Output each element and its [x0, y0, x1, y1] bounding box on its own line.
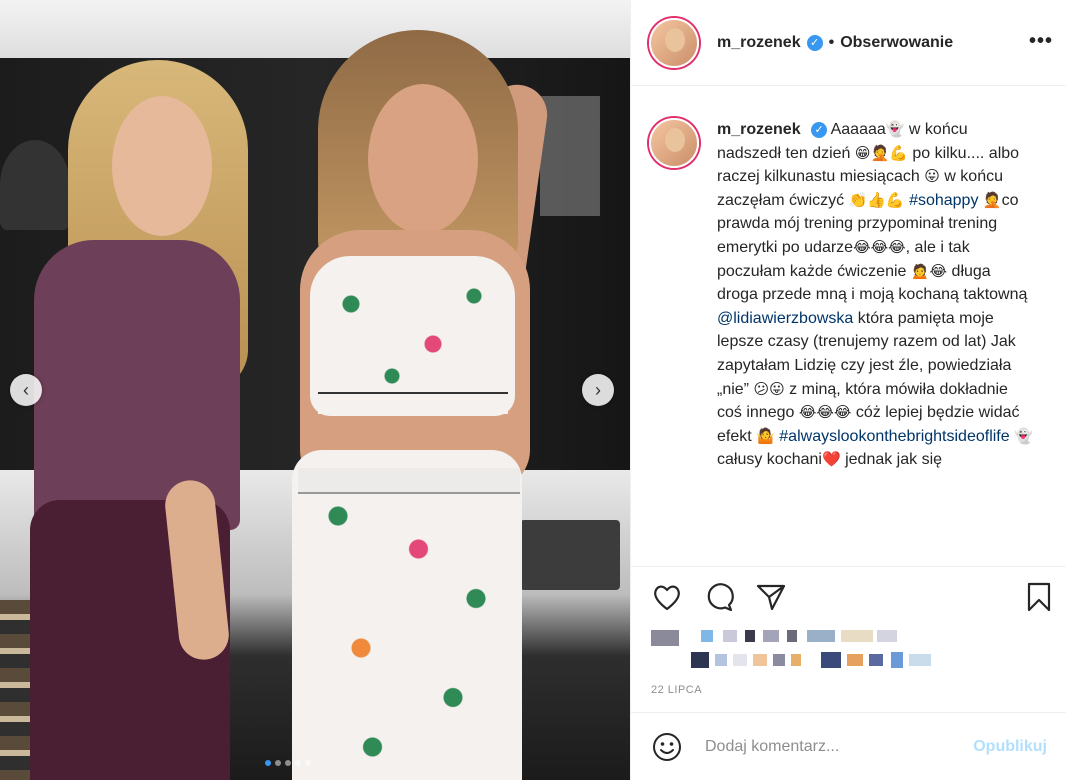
- carousel-indicator: [265, 760, 311, 766]
- post-photo[interactable]: ‹ ›: [0, 0, 630, 780]
- caption-emoji: 😛: [924, 167, 940, 186]
- blurred-pixel: [753, 654, 767, 666]
- post-caption: m_rozenek ✓ Aaaaaa👻 w końcu nadszedł ten…: [717, 118, 1035, 472]
- caption-emoji: 👻: [1014, 426, 1033, 445]
- caption-text: jednak jak się: [840, 451, 943, 469]
- caption-emoji: 😂😂😂: [853, 237, 906, 256]
- caption-emoji: 🤦: [982, 190, 1002, 209]
- blurred-pixel: [787, 630, 797, 642]
- person-right-leggings: [292, 450, 522, 780]
- caption-username[interactable]: m_rozenek: [717, 121, 801, 138]
- carousel-dot-active: [265, 760, 271, 766]
- caption-emoji: 😕😛: [753, 379, 785, 398]
- hashtag-link[interactable]: #alwayslookonthebrightsideoflife: [779, 428, 1009, 445]
- carousel-prev-button[interactable]: ‹: [10, 374, 42, 406]
- caption-text: Aaaaaa: [830, 121, 886, 138]
- blurred-pixel: [841, 630, 873, 642]
- photo-window: [540, 96, 600, 216]
- header-separator: •: [828, 33, 835, 51]
- verified-badge-icon: ✓: [806, 34, 823, 51]
- emoji-picker-button[interactable]: [651, 731, 683, 763]
- blurred-pixel: [651, 630, 679, 646]
- person-right-waistband: [298, 468, 520, 494]
- caption-emoji: 😂😂😂: [798, 403, 852, 422]
- save-button[interactable]: [1023, 581, 1055, 613]
- publish-button[interactable]: Opublikuj: [973, 738, 1047, 756]
- blurred-pixel: [847, 654, 863, 666]
- smiley-icon: [653, 732, 681, 761]
- blurred-pixel: [723, 630, 737, 642]
- verified-badge-icon: ✓: [811, 122, 828, 138]
- blurred-pixel: [891, 652, 903, 668]
- blurred-pixel: [877, 630, 897, 642]
- blurred-pixel: [791, 654, 801, 666]
- add-comment-bar: Opublikuj: [631, 712, 1066, 780]
- follow-button[interactable]: Obserwowanie: [840, 34, 953, 52]
- bookmark-icon: [1027, 582, 1051, 612]
- share-icon: [756, 584, 786, 611]
- post-side-panel: m_rozenek ✓ • Obserwowanie ••• m_rozenek…: [630, 0, 1066, 780]
- comment-button[interactable]: [703, 581, 735, 613]
- carousel-dot: [285, 760, 291, 766]
- person-right-bra-band: [318, 392, 508, 414]
- caption-text: całusy kochani: [717, 451, 822, 469]
- blurred-pixel: [869, 654, 883, 666]
- post-actions-bar: [631, 566, 1066, 620]
- blurred-pixel: [701, 630, 713, 642]
- like-button[interactable]: [651, 581, 683, 613]
- blurred-pixel: [909, 654, 931, 666]
- caption-emoji: 🙍😂: [910, 261, 948, 280]
- caption-emoji: 🤷: [756, 426, 775, 445]
- blurred-pixel: [763, 630, 779, 642]
- heart-icon: [654, 585, 680, 611]
- post-date[interactable]: 22 LIPCA: [651, 684, 702, 696]
- caption-emoji: ❤️: [821, 450, 841, 469]
- blurred-pixel: [691, 652, 709, 668]
- chevron-left-icon: ‹: [23, 380, 29, 400]
- photo-box: [520, 520, 620, 590]
- comments-section[interactable]: m_rozenek ✓ Aaaaaa👻 w końcu nadszedł ten…: [631, 86, 1066, 566]
- carousel-dot: [275, 760, 281, 766]
- chevron-right-icon: ›: [595, 380, 601, 400]
- caption-emoji: 😁🤦💪: [854, 143, 908, 162]
- more-options-button[interactable]: •••: [1029, 30, 1053, 53]
- avatar[interactable]: [649, 17, 699, 68]
- carousel-dot: [305, 760, 311, 766]
- blurred-pixel: [715, 654, 727, 666]
- person-left-face: [112, 96, 212, 236]
- blurred-pixel: [773, 654, 785, 666]
- person-left-shirt: [34, 240, 240, 530]
- likes-blurred-region: [651, 626, 1051, 676]
- person-right-face: [368, 84, 478, 234]
- blurred-pixel: [807, 630, 835, 642]
- header-username[interactable]: m_rozenek: [717, 34, 801, 52]
- avatar[interactable]: [649, 118, 699, 168]
- comment-icon: [707, 583, 734, 612]
- hashtag-link[interactable]: #sohappy: [909, 192, 978, 209]
- photo-lamp: [0, 140, 70, 230]
- caption-row: m_rozenek ✓ Aaaaaa👻 w końcu nadszedł ten…: [649, 118, 1047, 472]
- caption-emoji: 👏👍💪: [848, 190, 905, 209]
- share-button[interactable]: [755, 581, 787, 613]
- caption-emoji: 👻: [885, 120, 905, 138]
- blurred-pixel: [733, 654, 747, 666]
- carousel-next-button[interactable]: ›: [582, 374, 614, 406]
- carousel-dot: [295, 760, 301, 766]
- comment-input[interactable]: [705, 737, 955, 756]
- mention-link[interactable]: @lidiawierzbowska: [717, 310, 853, 327]
- blurred-pixel: [745, 630, 755, 642]
- photo-ceiling: [0, 0, 630, 58]
- post-header: m_rozenek ✓ • Obserwowanie •••: [631, 0, 1066, 86]
- blurred-pixel: [821, 652, 841, 668]
